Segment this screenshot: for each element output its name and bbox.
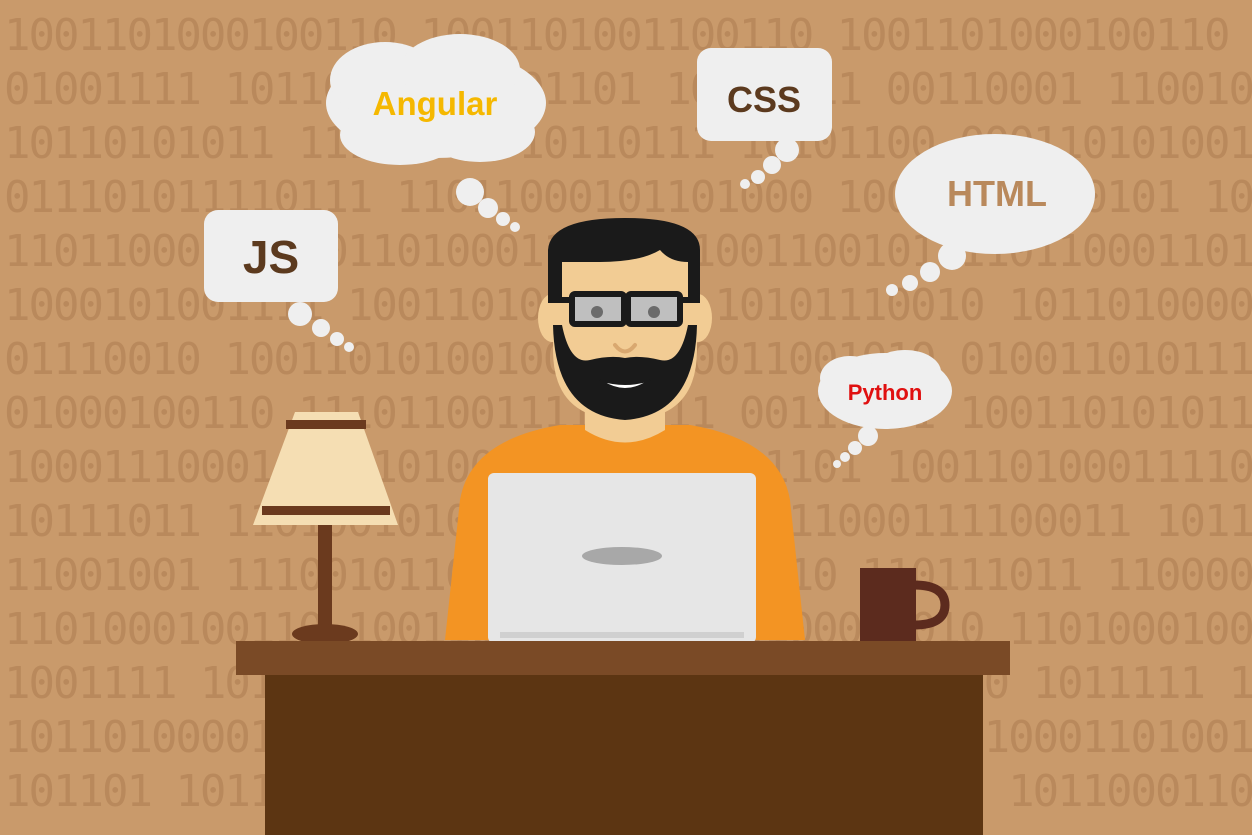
python-thought-bubble: Python bbox=[818, 350, 952, 468]
python-label: Python bbox=[848, 380, 923, 405]
illustration-layer: JS Angular CSS HTML Python bbox=[204, 34, 1095, 835]
js-label: JS bbox=[243, 231, 299, 283]
angular-label: Angular bbox=[373, 85, 498, 122]
css-label: CSS bbox=[727, 79, 801, 120]
js-thought-bubble: JS bbox=[204, 210, 354, 352]
angular-thought-bubble: Angular bbox=[326, 34, 546, 232]
css-thought-bubble: CSS bbox=[697, 48, 832, 189]
coffee-mug-icon bbox=[860, 568, 950, 641]
html-thought-bubble: HTML bbox=[886, 134, 1095, 296]
laptop-icon bbox=[488, 473, 756, 643]
html-label: HTML bbox=[947, 173, 1047, 214]
developer-illustration: 1001101000100110 1001101001100110 100110… bbox=[0, 0, 1252, 835]
desk-lamp-icon bbox=[253, 412, 398, 644]
desk bbox=[236, 641, 1010, 835]
glasses-icon bbox=[548, 291, 700, 327]
